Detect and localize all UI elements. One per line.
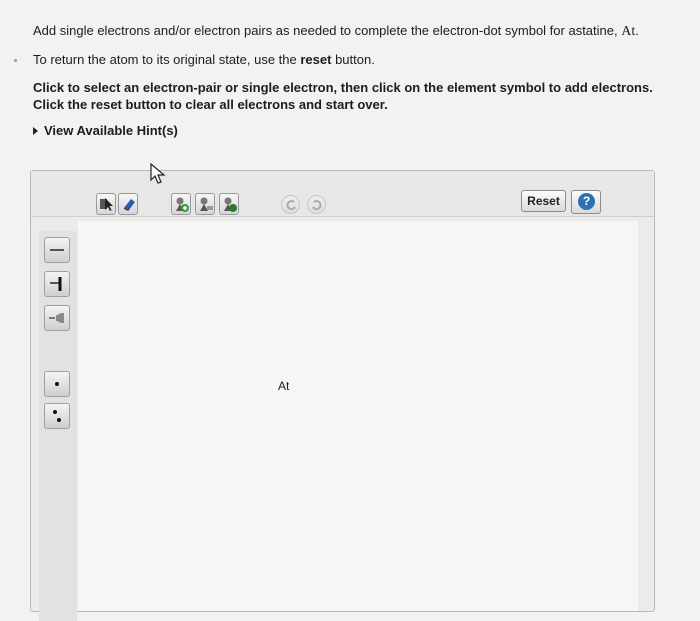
- toolbar: Reset ?: [31, 171, 654, 217]
- undo-icon[interactable]: [281, 195, 300, 214]
- remove-charge-icon[interactable]: [195, 193, 215, 215]
- instruction-line-2: To return the atom to its original state…: [33, 52, 673, 67]
- electron-dot-tool: Reset ? At: [30, 163, 655, 621]
- drawing-canvas[interactable]: At: [78, 221, 638, 611]
- single-electron-icon[interactable]: [44, 371, 70, 397]
- double-bond-icon[interactable]: [44, 271, 70, 297]
- view-hints-link[interactable]: View Available Hint(s): [33, 123, 673, 138]
- eraser-icon[interactable]: [118, 193, 138, 215]
- bullet-marker: [14, 59, 17, 62]
- add-charge-icon[interactable]: [171, 193, 191, 215]
- zoom-icon[interactable]: [219, 193, 239, 215]
- redo-icon[interactable]: [307, 195, 326, 214]
- instruction-text: To return the atom to its original state…: [33, 52, 301, 67]
- help-button[interactable]: ?: [571, 190, 601, 214]
- hint-label: View Available Hint(s): [44, 123, 178, 138]
- instructions: Add single electrons and/or electron pai…: [33, 8, 673, 138]
- element-symbol-inline: At: [621, 24, 636, 39]
- instruction-text: button.: [331, 52, 375, 67]
- mouse-cursor-icon: [150, 163, 166, 184]
- triple-bond-icon[interactable]: [44, 305, 70, 331]
- electron-pair-icon[interactable]: [44, 403, 70, 429]
- expand-triangle-icon: [33, 126, 38, 135]
- atom-symbol[interactable]: At: [278, 379, 289, 393]
- single-bond-icon[interactable]: [44, 237, 70, 263]
- reset-keyword: reset: [300, 52, 332, 67]
- instruction-text: Add single electrons and/or electron pai…: [33, 23, 622, 38]
- select-arrow-icon[interactable]: [96, 193, 116, 215]
- instruction-punct: .: [635, 23, 639, 38]
- instruction-line-1: Add single electrons and/or electron pai…: [33, 22, 673, 40]
- electron-palette: [39, 231, 77, 621]
- instruction-line-3: Click to select an electron-pair or sing…: [33, 80, 653, 112]
- help-icon: ?: [578, 193, 595, 210]
- reset-button[interactable]: Reset: [521, 190, 566, 212]
